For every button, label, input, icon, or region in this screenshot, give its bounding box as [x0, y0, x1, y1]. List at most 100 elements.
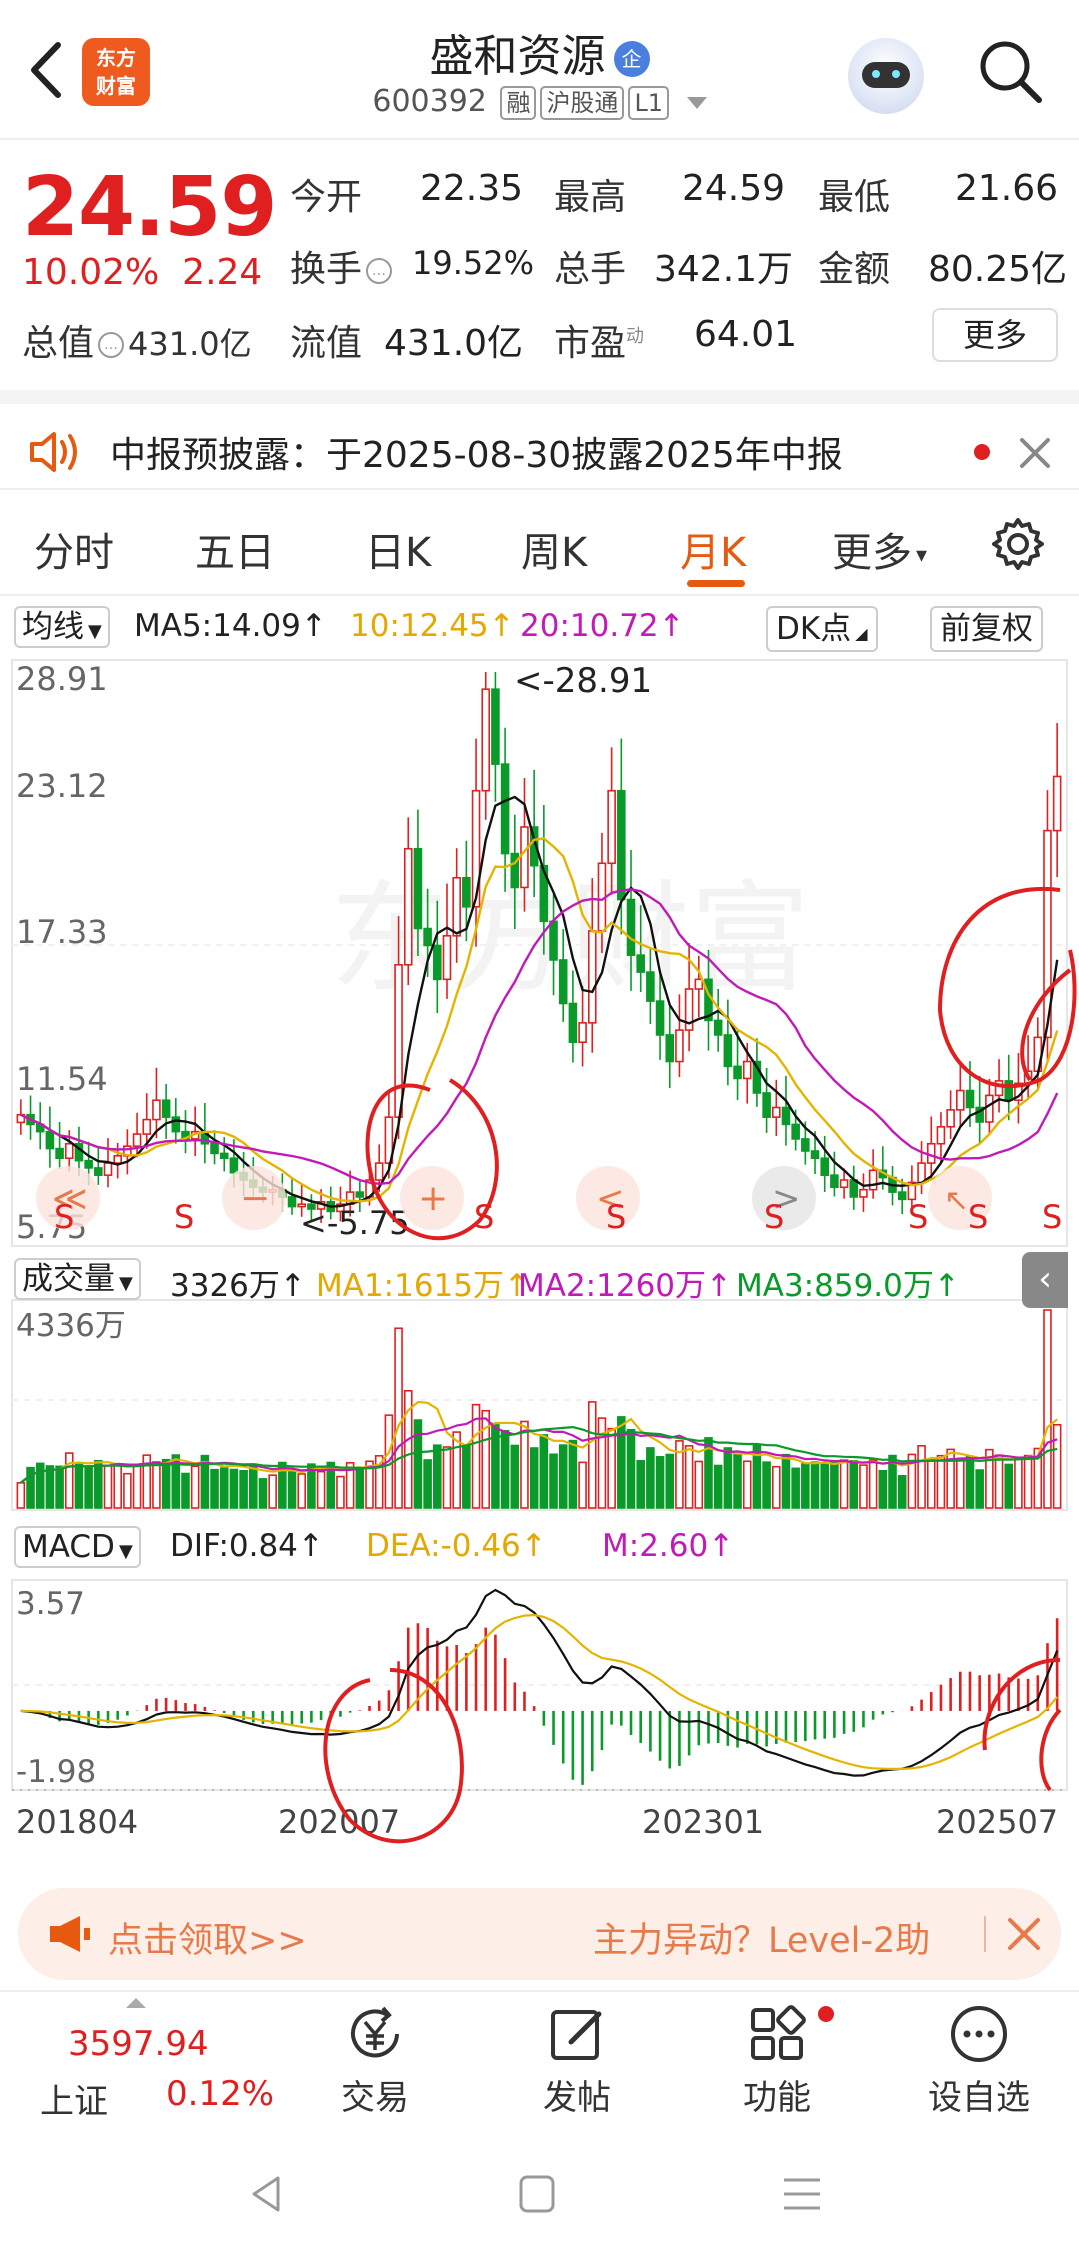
nav-trade[interactable]: 交易 [310, 2002, 440, 2122]
volume-bar [190, 1465, 200, 1509]
tab-monthly-k[interactable]: 月K [680, 520, 746, 578]
volume-bar [587, 1401, 597, 1509]
quote-panel: 24.59 10.02% 2.24 总值… 431.0亿 今开 22.35 最高 … [0, 140, 1079, 388]
volume-bar [336, 1475, 345, 1509]
candle-body [394, 964, 403, 1118]
ma-selector[interactable]: 均线 ▼ [14, 606, 110, 648]
enterprise-badge: 企 [613, 41, 650, 77]
dea-line [20, 1613, 1059, 1771]
candle-body [1052, 775, 1062, 832]
float-cap-value: 431.0亿 [384, 323, 524, 364]
candle-body [868, 1169, 878, 1191]
candle-body [830, 1174, 839, 1189]
volume-bar [433, 1444, 442, 1509]
candle-body [452, 876, 461, 937]
volume-selector[interactable]: 成交量 ▼ [14, 1258, 141, 1300]
volume-bar [607, 1427, 616, 1509]
system-back-icon[interactable] [248, 2174, 284, 2218]
banner-divider [984, 1916, 986, 1952]
macd-m: M:2.60↑ [602, 1528, 735, 1564]
macd-dif: DIF:0.84↑ [170, 1528, 324, 1564]
settings-gear-icon[interactable] [990, 516, 1046, 576]
close-icon[interactable] [1018, 436, 1052, 474]
turnover-value: 19.52% [412, 244, 535, 282]
candle-body [820, 1157, 829, 1176]
banner-level2-text: 主力异动？Level-2助 [593, 1921, 931, 1961]
collapse-panel-button[interactable]: ‹ [1022, 1252, 1068, 1308]
volume-bar [868, 1459, 878, 1509]
date-label: 202507 [936, 1803, 1058, 1841]
zoom-in-button[interactable]: + [400, 1166, 464, 1230]
notice-text[interactable]: 中报预披露：于2025-08-30披露2025年中报 [110, 426, 843, 478]
candle-body [859, 1188, 868, 1198]
tab-intraday[interactable]: 分时 [34, 520, 114, 578]
candle-body [801, 1138, 810, 1152]
dk-point-button[interactable]: DK点 ◢ [766, 606, 878, 652]
candle-body [946, 1109, 955, 1128]
robot-assistant-icon[interactable] [848, 38, 924, 114]
tag-connect: 沪股通 [540, 86, 625, 120]
price-axis-label: 11.54 [16, 1060, 108, 1098]
system-home-icon[interactable] [518, 2174, 556, 2218]
float-cap-label: 流值 [290, 323, 363, 364]
nav-add-watchlist[interactable]: 设自选 [914, 2002, 1044, 2122]
volume-ma3: MA3:859.0万↑ [736, 1268, 960, 1304]
volume-bar [723, 1447, 733, 1509]
promo-banner[interactable]: 点击领取>> 主力异动？Level-2助 [18, 1888, 1061, 1980]
volume-bar [772, 1465, 781, 1509]
tab-daily-k[interactable]: 日K [365, 520, 431, 578]
volume-bar [849, 1460, 859, 1509]
volume-bar [84, 1466, 93, 1509]
close-icon[interactable] [1006, 1916, 1042, 1956]
candle-body [617, 789, 626, 901]
candle-body [103, 1162, 113, 1176]
volume-bar [161, 1458, 171, 1509]
nav-label: 交易 [341, 2078, 409, 2118]
banner-claim-link[interactable]: 点击领取>> [108, 1912, 307, 1963]
amount-label: 金额 [818, 249, 891, 290]
volume-bar [897, 1475, 907, 1509]
search-icon[interactable] [975, 36, 1045, 106]
macd-selector[interactable]: MACD ▼ [14, 1526, 141, 1568]
stock-code: 600392 [372, 84, 487, 119]
candle-body [791, 1123, 800, 1140]
volume-bar [597, 1417, 607, 1509]
candle-body [355, 1191, 365, 1198]
candle-body [113, 1155, 122, 1164]
volume-bar [713, 1464, 723, 1509]
volume-bar [181, 1472, 190, 1509]
candle-body [587, 930, 597, 1024]
volume-bar [210, 1468, 219, 1509]
candle-body [733, 1065, 742, 1080]
info-icon[interactable]: … [98, 332, 125, 358]
system-menu-icon[interactable] [782, 2176, 822, 2216]
candle-body [810, 1150, 820, 1160]
zoom-out-button[interactable]: − [222, 1166, 286, 1230]
sell-signal: S [908, 1198, 928, 1236]
index-ticker[interactable]: 3597.94 上证 0.12% [0, 1992, 274, 2128]
tab-more[interactable]: 更多 ▾ [832, 520, 927, 578]
candle-body [500, 763, 510, 855]
notice-bar[interactable]: 中报预披露：于2025-08-30披露2025年中报 [0, 390, 1079, 490]
more-button[interactable]: 更多 [932, 308, 1058, 362]
date-label: 202301 [642, 1803, 764, 1841]
volume-bar [820, 1462, 829, 1509]
volume-bar [258, 1478, 268, 1509]
volume-bar [694, 1460, 704, 1509]
tab-weekly-k[interactable]: 周K [521, 520, 587, 578]
volume-bar [74, 1463, 84, 1509]
open-value: 22.35 [420, 168, 524, 209]
volume-bar [578, 1461, 587, 1509]
nav-post[interactable]: 发帖 [512, 2002, 642, 2122]
volume-bar [229, 1468, 239, 1509]
candle-body [636, 954, 645, 973]
macd-dea: DEA:-0.46↑ [366, 1528, 547, 1564]
candle-body [491, 688, 500, 765]
volume-bar [152, 1461, 161, 1509]
nav-label: 发帖 [543, 2078, 611, 2118]
tab-five-day[interactable]: 五日 [195, 520, 275, 578]
adjust-button[interactable]: 前复权 [930, 606, 1043, 652]
dropdown-triangle-icon[interactable] [686, 96, 707, 109]
candle-body [781, 1106, 791, 1126]
info-icon[interactable]: … [366, 258, 393, 284]
